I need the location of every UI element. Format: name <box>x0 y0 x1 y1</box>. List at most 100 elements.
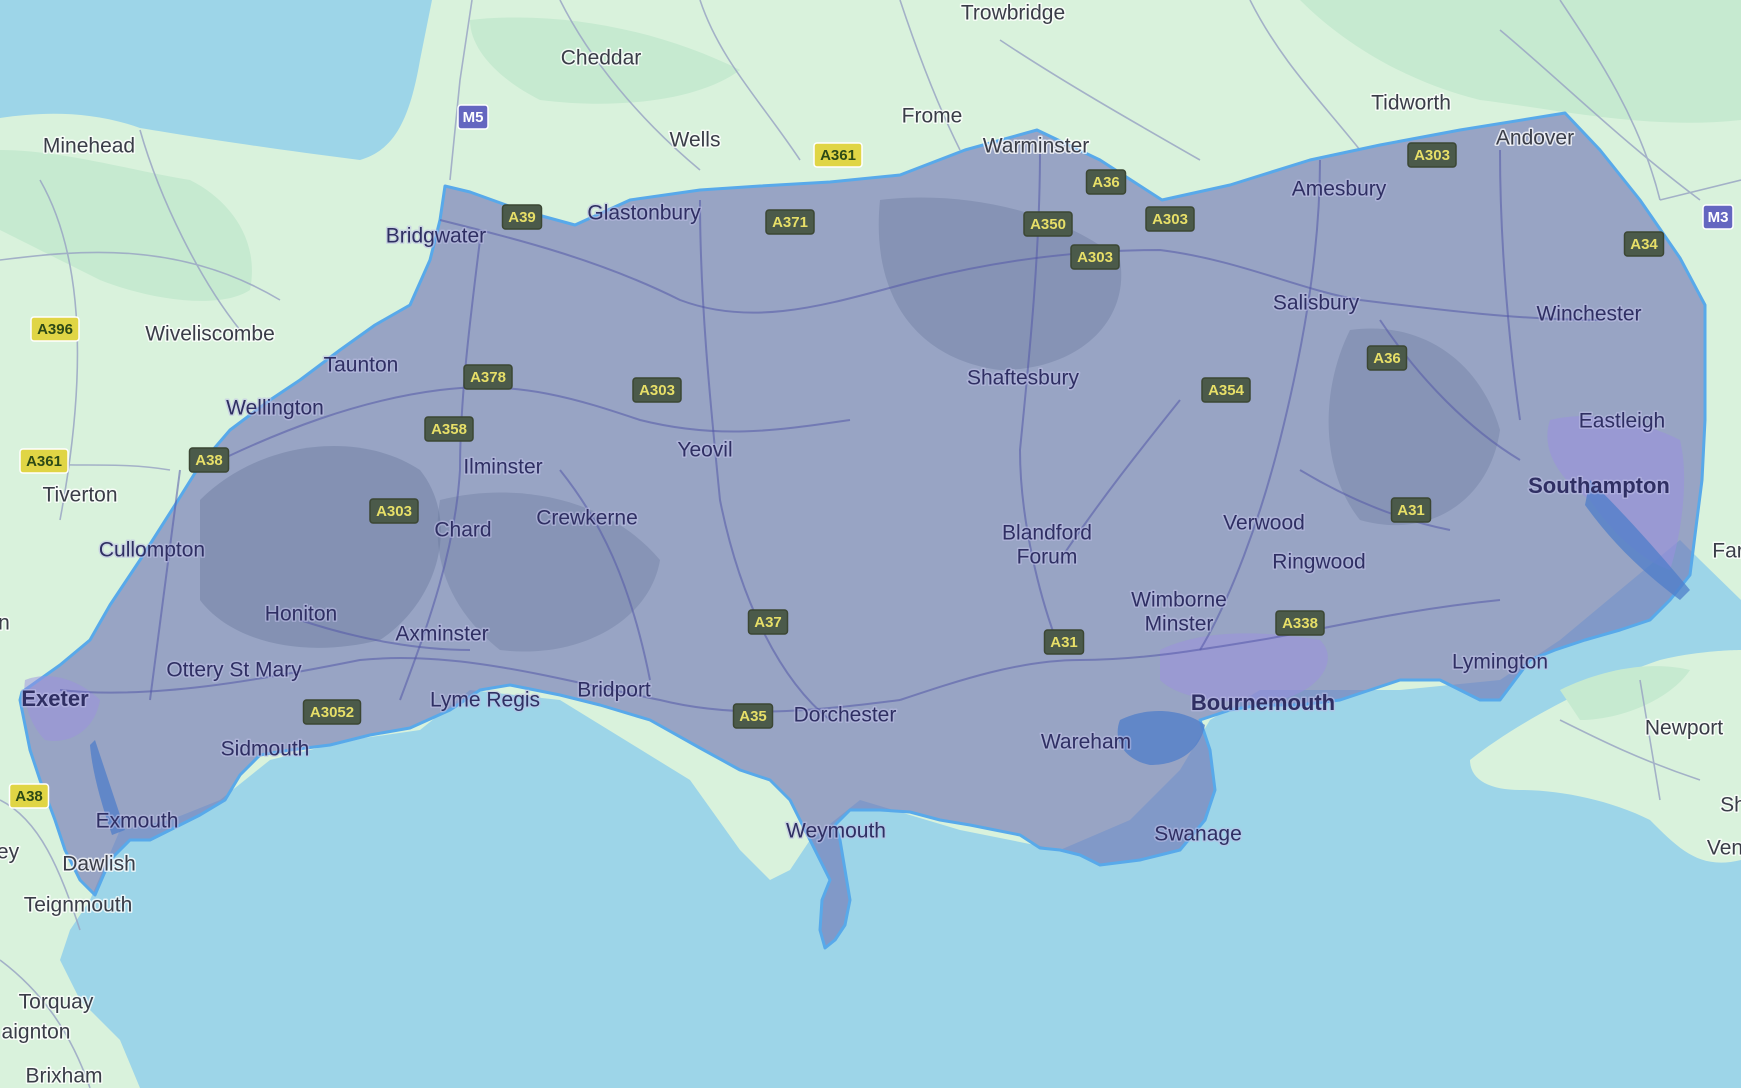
road-shield-label: A303 <box>1152 211 1188 228</box>
road-shield-a38[interactable]: A38 <box>188 447 230 473</box>
road-shield-label: A3052 <box>310 704 354 721</box>
place-label-dorchester[interactable]: Dorchester <box>792 702 898 728</box>
road-shield-a36[interactable]: A36 <box>1366 345 1408 371</box>
road-shield-label: A38 <box>15 788 43 805</box>
road-shield-label: A361 <box>26 453 62 470</box>
road-shield-label: A31 <box>1397 502 1425 519</box>
road-shield-a358[interactable]: A358 <box>424 416 474 442</box>
place-label-bridgwater[interactable]: Bridgwater <box>384 223 487 249</box>
place-label-torquay[interactable]: Torquay <box>17 989 95 1015</box>
road-shield-a303[interactable]: A303 <box>1407 142 1457 168</box>
road-shield-a396[interactable]: A396 <box>30 316 80 342</box>
road-shield-label: A303 <box>1414 147 1450 164</box>
place-label-sidmouth[interactable]: Sidmouth <box>219 736 311 762</box>
place-label-teignmouth[interactable]: Teignmouth <box>22 892 134 918</box>
place-label-tiverton[interactable]: Tiverton <box>41 482 119 508</box>
place-label-lymington[interactable]: Lymington <box>1450 649 1549 675</box>
place-label-axminster[interactable]: Axminster <box>394 621 490 647</box>
place-label-wellington[interactable]: Wellington <box>225 395 326 421</box>
place-label-taunton[interactable]: Taunton <box>322 352 400 378</box>
place-label-tidworth[interactable]: Tidworth <box>1370 90 1453 116</box>
road-shield-a361[interactable]: A361 <box>19 448 69 474</box>
place-label-forum[interactable]: Forum <box>1015 544 1079 570</box>
place-label-ringwood[interactable]: Ringwood <box>1271 549 1367 575</box>
place-label-ey[interactable]: ey <box>0 839 21 865</box>
place-label-frome[interactable]: Frome <box>900 103 964 129</box>
road-shield-label: A31 <box>1050 634 1078 651</box>
place-label-wells[interactable]: Wells <box>668 127 722 153</box>
place-label-honiton[interactable]: Honiton <box>263 601 338 627</box>
place-label-minster[interactable]: Minster <box>1143 611 1215 637</box>
road-shield-label: A39 <box>508 209 536 226</box>
road-shield-a3052[interactable]: A3052 <box>302 699 362 725</box>
place-label-newport[interactable]: Newport <box>1643 715 1724 741</box>
road-shield-a39[interactable]: A39 <box>501 204 543 230</box>
road-shield-m3[interactable]: M3 <box>1702 204 1734 230</box>
place-label-dawlish[interactable]: Dawlish <box>61 851 138 877</box>
place-label-wareham[interactable]: Wareham <box>1039 729 1132 755</box>
place-label-winchester[interactable]: Winchester <box>1535 301 1643 327</box>
road-shield-a35[interactable]: A35 <box>732 703 774 729</box>
place-label-ilminster[interactable]: Ilminster <box>462 454 544 480</box>
place-label-brixham[interactable]: Brixham <box>24 1063 104 1088</box>
road-shield-label: M3 <box>1708 209 1729 226</box>
place-label-andover[interactable]: Andover <box>1494 125 1575 151</box>
place-label-aignton[interactable]: aignton <box>0 1019 72 1045</box>
place-label-yeovil[interactable]: Yeovil <box>676 437 734 463</box>
road-shield-a303[interactable]: A303 <box>1070 244 1120 270</box>
place-label-ottery-st-mary[interactable]: Ottery St Mary <box>165 657 304 683</box>
road-shield-label: A303 <box>376 503 412 520</box>
road-shield-label: A361 <box>820 147 856 164</box>
place-label-cheddar[interactable]: Cheddar <box>559 45 643 71</box>
place-label-verwood[interactable]: Verwood <box>1222 510 1307 536</box>
road-shield-a303[interactable]: A303 <box>632 377 682 403</box>
road-shield-a303[interactable]: A303 <box>369 498 419 524</box>
place-label-shaftesbury[interactable]: Shaftesbury <box>965 365 1081 391</box>
place-label-swanage[interactable]: Swanage <box>1153 821 1244 847</box>
road-shield-label: A36 <box>1373 350 1401 367</box>
place-label-bridport[interactable]: Bridport <box>576 677 653 703</box>
place-label-exmouth[interactable]: Exmouth <box>94 808 180 834</box>
place-label-eastleigh[interactable]: Eastleigh <box>1577 408 1666 434</box>
place-label-trowbridge[interactable]: Trowbridge <box>959 0 1066 26</box>
place-label-minehead[interactable]: Minehead <box>41 133 136 159</box>
road-shield-label: A36 <box>1092 174 1120 191</box>
place-label-bournemouth[interactable]: Bournemouth <box>1189 688 1336 716</box>
road-shield-a354[interactable]: A354 <box>1201 377 1251 403</box>
place-label-crewkerne[interactable]: Crewkerne <box>535 505 640 531</box>
road-shield-label: A34 <box>1630 236 1658 253</box>
road-shield-a350[interactable]: A350 <box>1023 211 1073 237</box>
road-shield-a34[interactable]: A34 <box>1623 231 1665 257</box>
road-shield-a31[interactable]: A31 <box>1043 629 1085 655</box>
road-shield-label: A338 <box>1282 615 1318 632</box>
road-shield-a31[interactable]: A31 <box>1390 497 1432 523</box>
place-label-n[interactable]: n <box>0 610 11 636</box>
place-label-glastonbury[interactable]: Glastonbury <box>586 200 703 226</box>
place-label-far[interactable]: Far <box>1711 538 1741 564</box>
road-shield-a37[interactable]: A37 <box>747 609 789 635</box>
place-label-wiveliscombe[interactable]: Wiveliscombe <box>144 321 277 347</box>
place-label-salisbury[interactable]: Salisbury <box>1271 290 1361 316</box>
place-label-warminster[interactable]: Warminster <box>981 133 1091 159</box>
road-shield-a338[interactable]: A338 <box>1275 610 1325 636</box>
place-label-ven[interactable]: Ven <box>1705 835 1741 861</box>
place-label-sh[interactable]: Sh <box>1719 792 1741 818</box>
place-label-southampton[interactable]: Southampton <box>1527 471 1672 499</box>
place-label-cullompton[interactable]: Cullompton <box>97 537 206 563</box>
place-label-lyme-regis[interactable]: Lyme Regis <box>428 687 541 713</box>
road-shield-m5[interactable]: M5 <box>457 104 489 130</box>
place-label-blandford[interactable]: Blandford <box>1001 520 1094 546</box>
place-label-exeter[interactable]: Exeter <box>20 684 91 712</box>
road-shield-label: A358 <box>431 421 467 438</box>
place-label-amesbury[interactable]: Amesbury <box>1290 176 1388 202</box>
road-shield-a36[interactable]: A36 <box>1085 169 1127 195</box>
road-shield-a361[interactable]: A361 <box>813 142 863 168</box>
road-shield-a303[interactable]: A303 <box>1145 206 1195 232</box>
road-shield-a378[interactable]: A378 <box>463 364 513 390</box>
map-canvas[interactable]: M5 M3 A361 A396 A361 A38 A39 A371 A36 A350 A303 A30… <box>0 0 1741 1088</box>
place-label-wimborne[interactable]: Wimborne <box>1130 587 1229 613</box>
place-label-chard[interactable]: Chard <box>433 517 493 543</box>
road-shield-a38[interactable]: A38 <box>8 783 50 809</box>
place-label-weymouth[interactable]: Weymouth <box>785 818 888 844</box>
road-shield-a371[interactable]: A371 <box>765 209 815 235</box>
